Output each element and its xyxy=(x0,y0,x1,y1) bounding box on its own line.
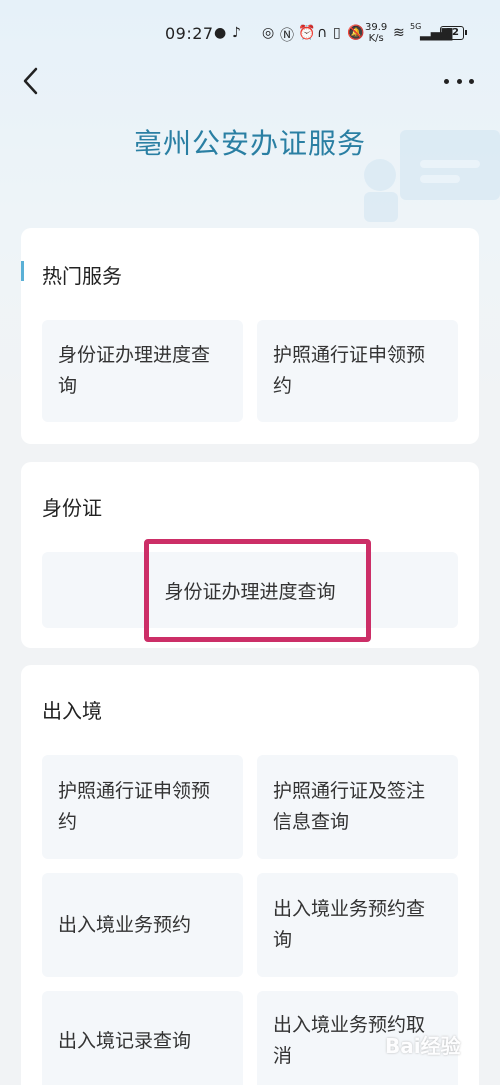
nfc-icon: Ⓝ xyxy=(280,28,294,44)
tile-passport-appointment[interactable]: 护照通行证申领预约 xyxy=(257,320,458,422)
headphones-icon: ∩ xyxy=(317,25,328,41)
battery-level: 82 xyxy=(445,27,459,38)
net-speed-value: 39.9 xyxy=(365,22,388,33)
battery-icon: 82 xyxy=(440,26,467,40)
back-icon[interactable] xyxy=(18,66,48,96)
section-marker xyxy=(21,261,24,281)
net-speed-unit: K/s xyxy=(368,33,384,44)
tile-appointment-query[interactable]: 出入境业务预约查询 xyxy=(257,873,458,977)
tile-exit-entry-records[interactable]: 出入境记录查询 xyxy=(42,991,243,1085)
mute-icon: 🔕 xyxy=(347,25,365,41)
exit-entry-section: 出入境 护照通行证申领预约 护照通行证及签注信息查询 出入境业务预约 出入境业务… xyxy=(21,665,479,1085)
tile-exit-entry-appointment[interactable]: 出入境业务预约 xyxy=(42,873,243,977)
highlight-box xyxy=(144,539,371,642)
alarm-icon: ⏰ xyxy=(298,25,316,41)
hot-services-title: 热门服务 xyxy=(42,264,122,288)
id-card-title: 身份证 xyxy=(42,496,102,520)
tiktok-icon: ♪ xyxy=(232,25,241,41)
message-icon: ● xyxy=(214,25,227,41)
tile-id-progress-query[interactable]: 身份证办理进度查询 xyxy=(42,320,243,422)
status-bar: 09:27 ● ♪ ◎ Ⓝ ⏰ ∩ ▯ 🔕 39.9 K/s ≋ 5G ▂▄▆ … xyxy=(0,0,500,64)
data-saver-icon: ◎ xyxy=(262,25,275,41)
wifi-icon: ≋ xyxy=(393,25,405,41)
page-title: 亳州公安办证服务 xyxy=(133,127,366,160)
more-icon[interactable] xyxy=(444,66,474,96)
vibrate-icon: ▯ xyxy=(333,25,341,41)
exit-entry-title: 出入境 xyxy=(42,699,102,723)
net-speed: 39.9 K/s xyxy=(365,22,387,44)
status-time: 09:27 xyxy=(165,24,214,43)
tile-passport-appointment-2[interactable]: 护照通行证申领预约 xyxy=(42,755,243,859)
hot-services-card: 热门服务 身份证办理进度查询 护照通行证申领预约 xyxy=(21,228,479,444)
watermark: Bai经验 xyxy=(385,1034,461,1058)
tile-passport-visa-query[interactable]: 护照通行证及签注信息查询 xyxy=(257,755,458,859)
